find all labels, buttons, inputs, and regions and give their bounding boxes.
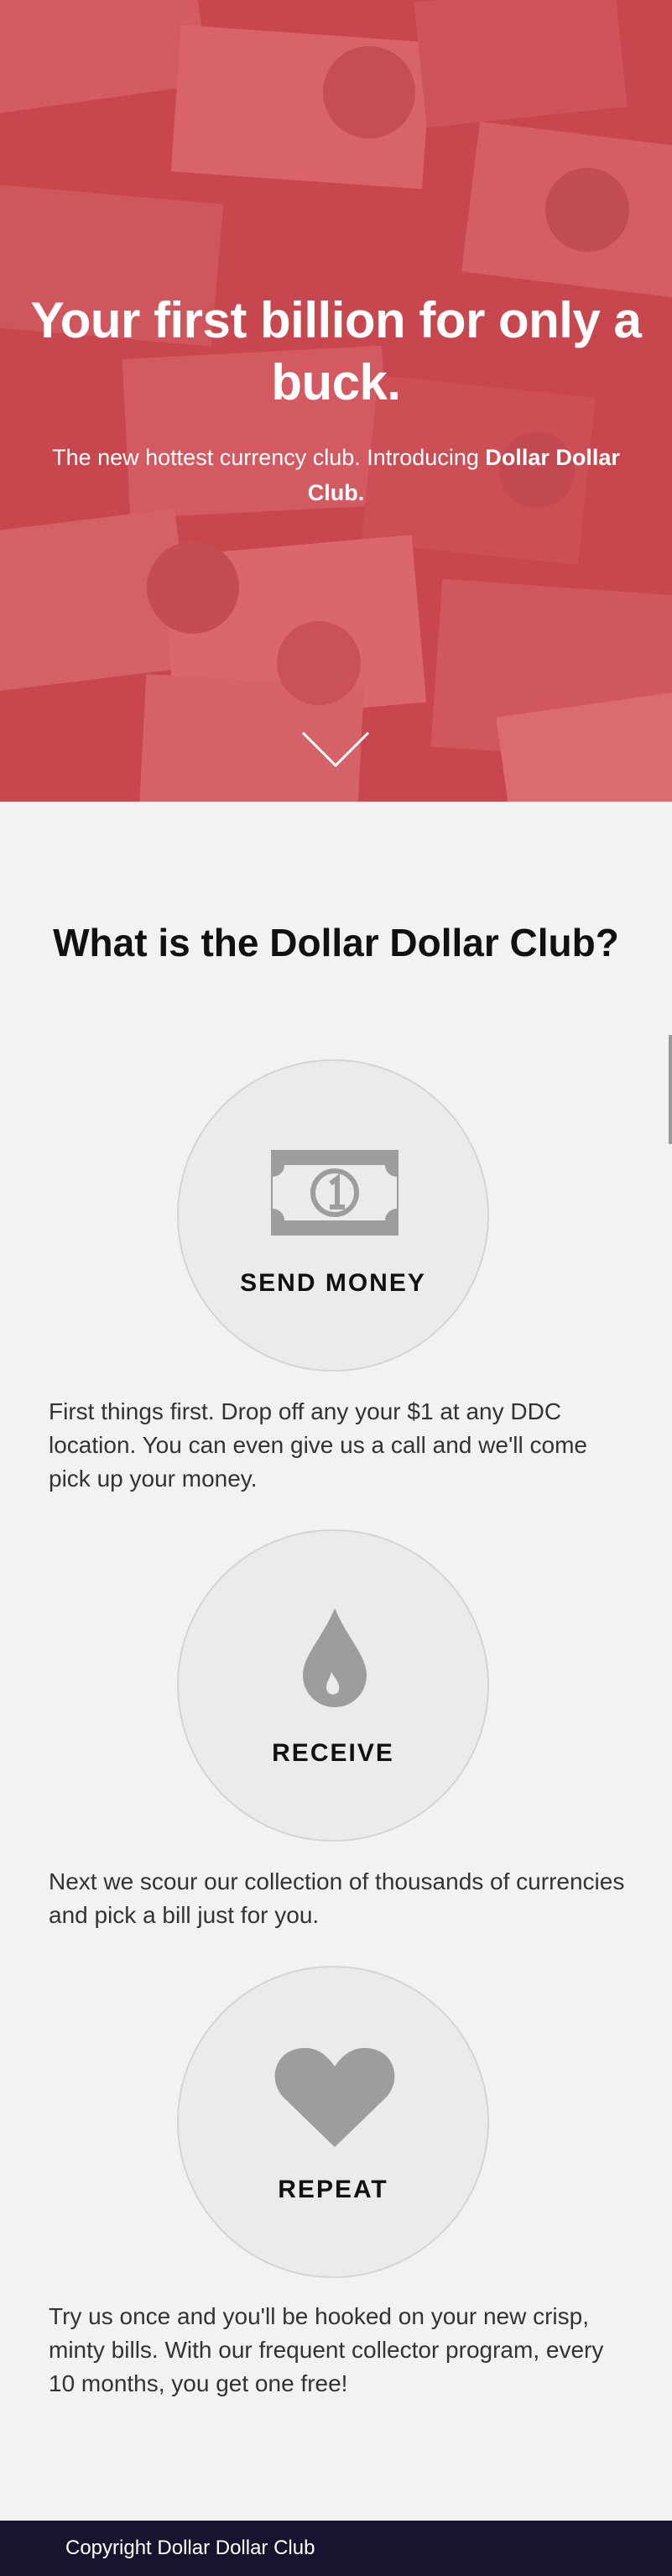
step-description: Next we scour our collection of thousand…: [49, 1868, 625, 1928]
drop-icon: [303, 1608, 367, 1707]
hero-title: Your first billion for only a buck.: [30, 292, 642, 410]
step-label: REPEAT: [278, 2176, 388, 2203]
step-circle-repeat: REPEAT: [177, 1966, 489, 2278]
step-circle-receive: RECEIVE: [177, 1529, 489, 1842]
footer: Copyright Dollar Dollar Club: [0, 2521, 672, 2576]
step-label: RECEIVE: [272, 1739, 394, 1767]
chevron-down-icon[interactable]: [300, 730, 371, 769]
step-label: SEND MONEY: [240, 1269, 426, 1297]
heart-icon: [274, 2047, 395, 2147]
copyright-text: Copyright Dollar Dollar Club: [65, 2537, 315, 2559]
section-title: What is the Dollar Dollar Club?: [53, 921, 619, 964]
hero-subtitle: The new hottest currency club. Introduci…: [50, 440, 622, 510]
scrollbar-thumb[interactable]: [669, 1035, 672, 1144]
hero-section: Your first billion for only a buck. The …: [0, 0, 672, 802]
step-description: First things first. Drop off any your $1…: [49, 1398, 587, 1492]
step-circle-send-money: SEND MONEY: [177, 1059, 489, 1372]
hero-subtitle-text: The new hottest currency club. Introduci…: [52, 445, 486, 470]
dollar-bill-icon: [271, 1150, 399, 1236]
step-description: Try us once and you'll be hooked on your…: [49, 2303, 604, 2396]
